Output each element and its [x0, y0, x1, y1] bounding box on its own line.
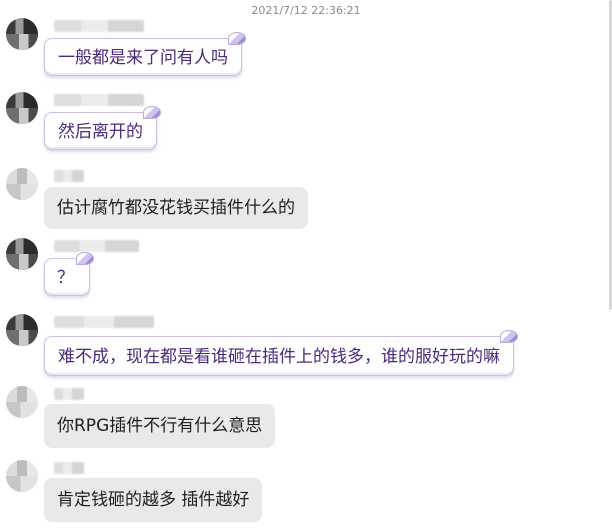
bubble-decoration-icon [228, 32, 246, 45]
avatar[interactable] [6, 168, 38, 200]
avatar[interactable] [6, 92, 38, 124]
avatar[interactable] [6, 18, 38, 50]
avatar[interactable] [6, 460, 38, 492]
bubble-decoration-icon [143, 106, 161, 119]
message-timestamp: 2021/7/12 22:36:21 [251, 4, 361, 17]
message-text: 一般都是来了问有人吗 [58, 48, 228, 68]
message-text: 估计腐竹都没花钱买插件什么的 [57, 198, 295, 218]
sender-name-blurred [54, 170, 84, 182]
avatar[interactable] [6, 386, 38, 418]
avatar[interactable] [6, 314, 38, 346]
chat-window: 2021/7/12 22:36:21 一般都是来了问有人吗 然后离开的 估计腐竹… [0, 0, 612, 531]
bubble-decoration-icon [76, 252, 94, 265]
sender-name-blurred [54, 462, 84, 474]
message-bubble[interactable]: 一般都是来了问有人吗 [44, 32, 246, 76]
message-bubble[interactable]: 你RPG插件不行有什么意思 [44, 404, 276, 448]
sender-name-blurred [54, 94, 144, 106]
message-bubble[interactable]: ？ [44, 252, 94, 296]
message-bubble[interactable]: 估计腐竹都没花钱买插件什么的 [44, 187, 308, 229]
sender-name-blurred [54, 240, 139, 252]
message-bubble[interactable]: 然后离开的 [44, 106, 161, 150]
sender-name-blurred [54, 388, 84, 400]
message-bubble[interactable]: 肯定钱砸的越多 插件越好 [44, 478, 263, 522]
sender-name-blurred [54, 20, 144, 32]
avatar[interactable] [6, 238, 38, 270]
message-text: 你RPG插件不行有什么意思 [57, 416, 263, 436]
bubble-decoration-icon [500, 330, 518, 343]
message-text: 难不成，现在都是看谁砸在插件上的钱多，谁的服好玩的嘛 [58, 347, 500, 367]
message-bubble[interactable]: 难不成，现在都是看谁砸在插件上的钱多，谁的服好玩的嘛 [44, 330, 518, 376]
sender-name-blurred [54, 316, 154, 328]
message-text: 然后离开的 [58, 122, 143, 142]
message-text: ？ [57, 268, 74, 288]
message-text: 肯定钱砸的越多 插件越好 [57, 490, 250, 510]
